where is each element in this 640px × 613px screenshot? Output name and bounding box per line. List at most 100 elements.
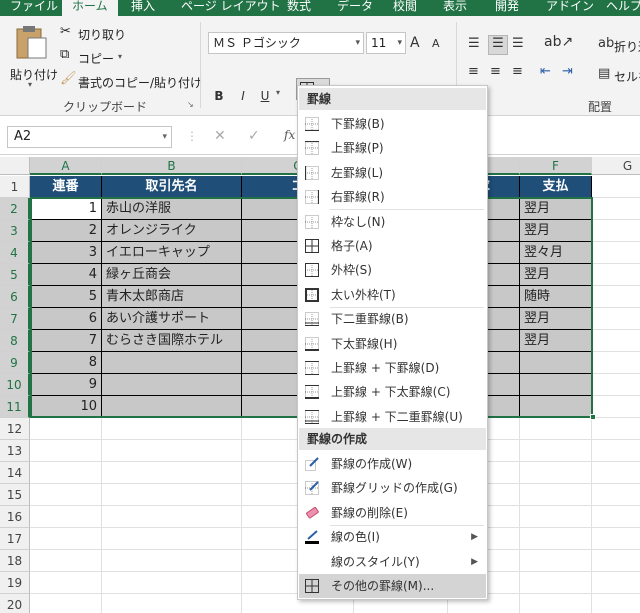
cell[interactable] (592, 308, 640, 330)
wrap-text-label[interactable]: 折り返 (614, 38, 640, 55)
merge-cells-icon[interactable]: ▤ (598, 66, 610, 81)
cell[interactable] (30, 594, 102, 613)
cell[interactable] (520, 528, 592, 550)
copy-button[interactable]: ⧉ コピー ▾ (60, 47, 130, 66)
cell-payment[interactable]: 翌月 (520, 198, 592, 220)
row-header[interactable]: 6 (0, 286, 30, 308)
cell[interactable] (592, 374, 640, 396)
cell-payment[interactable]: 翌々月 (520, 242, 592, 264)
menu-item-top-double-bottom-border[interactable]: 上罫線 + 下二重罫線(U) (299, 405, 486, 429)
row-header[interactable]: 9 (0, 352, 30, 374)
italic-button[interactable]: I (234, 86, 252, 106)
align-middle-icon[interactable]: ☰ (488, 35, 508, 55)
cell[interactable] (102, 572, 242, 594)
cell[interactable] (592, 330, 640, 352)
grow-font-icon[interactable]: A (410, 35, 420, 51)
cell[interactable] (592, 264, 640, 286)
orientation-icon[interactable]: ab↗ (544, 34, 573, 50)
align-top-icon[interactable]: ☰ (468, 36, 480, 51)
fill-handle[interactable] (590, 414, 596, 420)
cell-header-client[interactable]: 取引先名 (102, 176, 242, 198)
cell-client-name[interactable]: イエローキャップ (102, 242, 242, 264)
bold-button[interactable]: B (210, 86, 228, 106)
row-header[interactable]: 12 (0, 418, 30, 440)
cell-number[interactable]: 5 (30, 286, 102, 308)
row-header[interactable]: 13 (0, 440, 30, 462)
insert-function-icon[interactable]: fx (284, 128, 295, 142)
column-header-g[interactable]: G (592, 157, 640, 175)
cell[interactable] (102, 462, 242, 484)
row-header[interactable]: 10 (0, 374, 30, 396)
cell-client-name[interactable]: オレンジライク (102, 220, 242, 242)
cell[interactable] (592, 242, 640, 264)
menu-item-bottom-double-border[interactable]: 下二重罫線(B) (299, 307, 486, 331)
select-all-corner[interactable] (0, 157, 30, 175)
row-header[interactable]: 4 (0, 242, 30, 264)
tab-addins[interactable]: アドイン (546, 0, 594, 16)
cell[interactable] (592, 484, 640, 506)
tab-formulas[interactable]: 数式 (287, 0, 311, 16)
align-left-icon[interactable]: ≡ (468, 64, 479, 79)
cell-payment[interactable]: 翌月 (520, 220, 592, 242)
format-painter-button[interactable]: 🖌 書式のコピー/貼り付け (60, 71, 202, 90)
tab-insert[interactable]: 挿入 (131, 0, 155, 16)
cell-client-name[interactable] (102, 374, 242, 396)
cell[interactable] (592, 528, 640, 550)
cell-payment[interactable]: 翌月 (520, 330, 592, 352)
cell[interactable] (592, 572, 640, 594)
menu-item-line-color[interactable]: 線の色(I) ▶ (299, 525, 486, 549)
menu-item-thick-bottom-border[interactable]: 下太罫線(H) (299, 332, 486, 356)
cell-client-name[interactable]: 緑ヶ丘商会 (102, 264, 242, 286)
cell-payment[interactable]: 翌月 (520, 308, 592, 330)
menu-item-thick-box-border[interactable]: 太い外枠(T) (299, 283, 486, 307)
cell-header-payment[interactable]: 支払 (520, 176, 592, 198)
cell-number[interactable]: 1 (30, 198, 102, 220)
cell[interactable] (520, 572, 592, 594)
cell[interactable] (520, 462, 592, 484)
cell-payment[interactable] (520, 374, 592, 396)
cell[interactable] (520, 506, 592, 528)
cell[interactable] (102, 506, 242, 528)
cell[interactable] (102, 550, 242, 572)
cut-button[interactable]: ✂ 切り取り (60, 24, 130, 42)
cell[interactable] (30, 550, 102, 572)
menu-item-more-borders[interactable]: その他の罫線(M)... (299, 574, 486, 598)
cell-header-number[interactable]: 連番 (30, 176, 102, 198)
tab-review[interactable]: 校閲 (393, 0, 417, 16)
row-header[interactable]: 8 (0, 330, 30, 352)
cell-client-name[interactable]: あい介護サポート (102, 308, 242, 330)
cell-client-name[interactable] (102, 396, 242, 418)
cell[interactable] (102, 418, 242, 440)
tab-developer[interactable]: 開発 (495, 0, 519, 16)
tab-page-layout[interactable]: ページ レイアウト (181, 0, 281, 16)
cell[interactable] (592, 506, 640, 528)
merge-cells-label[interactable]: セルを (614, 68, 640, 85)
cell[interactable] (592, 220, 640, 242)
cell-client-name[interactable]: むらさき国際ホテル (102, 330, 242, 352)
menu-item-top-thick-bottom-border[interactable]: 上罫線 + 下太罫線(C) (299, 380, 486, 404)
tab-help[interactable]: ヘルプ (606, 0, 640, 16)
paste-button[interactable]: 貼り付け ▾ (8, 22, 58, 92)
enter-icon[interactable]: ✓ (248, 128, 260, 144)
tab-view[interactable]: 表示 (443, 0, 467, 16)
decrease-indent-icon[interactable]: ⇤ (540, 64, 551, 79)
menu-item-border-right[interactable]: 右罫線(R) (299, 185, 486, 209)
row-header[interactable]: 20 (0, 594, 30, 613)
dialog-launcher-icon[interactable]: ↘ (187, 100, 194, 109)
cell-payment[interactable] (520, 396, 592, 418)
menu-item-draw-border-grid[interactable]: 罫線グリッドの作成(G) (299, 476, 486, 500)
cell-client-name[interactable]: 青木太郎商店 (102, 286, 242, 308)
menu-item-top-bottom-border[interactable]: 上罫線 + 下罫線(D) (299, 356, 486, 380)
wrap-text-icon[interactable]: ab (598, 36, 614, 51)
tab-home[interactable]: ホーム (62, 0, 118, 16)
cell-number[interactable]: 7 (30, 330, 102, 352)
row-header[interactable]: 3 (0, 220, 30, 242)
menu-item-no-border[interactable]: 枠なし(N) (299, 210, 486, 234)
shrink-font-icon[interactable]: A (432, 37, 440, 50)
menu-item-eraser[interactable]: 罫線の削除(E) (299, 501, 486, 525)
row-header[interactable]: 15 (0, 484, 30, 506)
column-header-b[interactable]: B (102, 157, 242, 175)
cell-number[interactable]: 2 (30, 220, 102, 242)
menu-item-draw-border[interactable]: 罫線の作成(W) (299, 452, 486, 476)
cell[interactable] (592, 396, 640, 418)
